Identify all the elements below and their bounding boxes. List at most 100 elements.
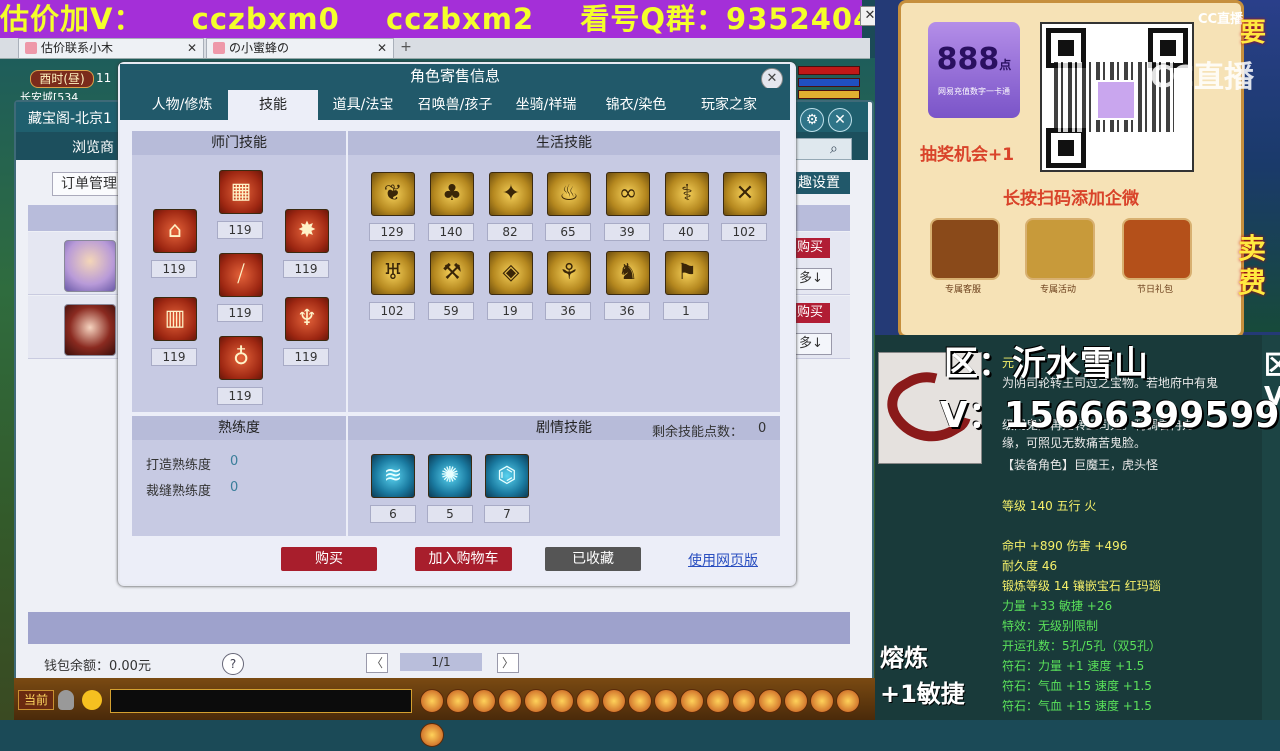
life-skill-level: 36: [545, 302, 591, 320]
life-skill-icon[interactable]: ♅: [371, 251, 415, 295]
life-skill-icon[interactable]: ♞: [606, 251, 650, 295]
hotbar-slot[interactable]: [628, 689, 652, 713]
more-dropdown[interactable]: 多↓: [790, 268, 832, 290]
hotbar-slot[interactable]: [472, 689, 496, 713]
item-line: 符石：气血 +15 速度 +1.5: [1002, 699, 1152, 713]
hotbar-slot[interactable]: [758, 689, 782, 713]
hotbar-slot[interactable]: [446, 689, 470, 713]
tab-home[interactable]: 玩家之家: [682, 90, 776, 120]
buy-button[interactable]: 购买: [790, 303, 830, 323]
browser-tab-2[interactable]: の小蜜蜂の ✕: [206, 38, 394, 58]
more-dropdown[interactable]: 多↓: [790, 333, 832, 355]
hotbar-slot[interactable]: [680, 689, 704, 713]
story-skill-level: 7: [484, 505, 530, 523]
browser-tab-label: 估价联系小木: [41, 41, 114, 55]
event-scroll-icon[interactable]: [1025, 218, 1095, 280]
gift-chest-icon[interactable]: [1122, 218, 1192, 280]
tailoring-proficiency-label: 裁缝熟练度: [146, 484, 212, 499]
cbg-close-icon[interactable]: ✕: [828, 108, 852, 132]
avatar[interactable]: [64, 304, 116, 356]
next-page-button[interactable]: 〉: [497, 653, 519, 673]
buy-button[interactable]: 购买: [790, 238, 830, 258]
life-skill-icon[interactable]: ♨: [547, 172, 591, 216]
sect-skill-icon[interactable]: ▥: [153, 297, 197, 341]
sect-skill-icon[interactable]: ✸: [285, 209, 329, 253]
life-skill-icon[interactable]: ◈: [489, 251, 533, 295]
hotbar-slot[interactable]: [550, 689, 574, 713]
life-skill-icon[interactable]: ✕: [723, 172, 767, 216]
favorited-button[interactable]: 已收藏: [545, 547, 641, 571]
sect-skill-level: 119: [151, 260, 197, 278]
hotbar-slot[interactable]: [498, 689, 522, 713]
hotbar-slot[interactable]: [784, 689, 808, 713]
hotbar-slot[interactable]: [420, 723, 444, 747]
dialog-close-icon[interactable]: ✕: [761, 68, 783, 90]
banner-text-1: 估价加V：: [0, 2, 144, 36]
hotbar-slot[interactable]: [602, 689, 626, 713]
sect-skills-header: 师门技能: [132, 131, 346, 155]
life-skill-icon[interactable]: ♣: [430, 172, 474, 216]
service-label: 节日礼包: [1136, 285, 1173, 295]
hotbar-slot[interactable]: [706, 689, 730, 713]
customer-service-icon[interactable]: [930, 218, 1000, 280]
emoji-icon[interactable]: [82, 690, 102, 710]
new-tab-button[interactable]: +: [398, 39, 414, 55]
order-management-button[interactable]: 订单管理: [52, 172, 126, 196]
life-skill-icon[interactable]: ⚘: [547, 251, 591, 295]
hotbar-slot[interactable]: [836, 689, 860, 713]
add-to-cart-button[interactable]: 加入购物车: [415, 547, 512, 571]
life-skill-icon[interactable]: ❦: [371, 172, 415, 216]
hotbar-slot[interactable]: [524, 689, 548, 713]
help-icon[interactable]: ?: [222, 653, 244, 675]
hotbar-slot[interactable]: [810, 689, 834, 713]
item-line: 力量 +33 敏捷 +26: [1002, 599, 1113, 613]
life-skill-icon[interactable]: ⚕: [665, 172, 709, 216]
search-icon[interactable]: ⌕: [830, 141, 846, 157]
hotbar-slot[interactable]: [420, 689, 444, 713]
web-version-link[interactable]: 使用网页版: [688, 550, 758, 570]
item-line: 锻炼等级 14 镶嵌宝石 红玛瑙: [1002, 579, 1161, 593]
buy-button[interactable]: 购买: [281, 547, 377, 571]
item-line: 特效：无级别限制: [1002, 619, 1099, 633]
hotbar-slot[interactable]: [654, 689, 678, 713]
story-skill-icon[interactable]: ⌬: [485, 454, 529, 498]
tab-skills[interactable]: 技能: [228, 90, 318, 120]
sect-skill-icon[interactable]: ⌂: [153, 209, 197, 253]
tab-character[interactable]: 人物/修炼: [136, 90, 228, 120]
item-line: 等级 140 五行 火: [1002, 499, 1097, 513]
tab-mounts[interactable]: 坐骑/祥瑞: [502, 90, 590, 120]
tab-items[interactable]: 道具/法宝: [318, 90, 408, 120]
sect-skill-icon[interactable]: ▦: [219, 170, 263, 214]
life-skill-level: 82: [487, 223, 533, 241]
story-skill-icon[interactable]: ≋: [371, 454, 415, 498]
page-indicator: 1/1: [400, 653, 482, 671]
prev-page-button[interactable]: 〈: [366, 653, 388, 673]
life-skill-icon[interactable]: ✦: [489, 172, 533, 216]
life-skill-icon[interactable]: ∞: [606, 172, 650, 216]
life-skill-icon[interactable]: ⚒: [430, 251, 474, 295]
hotbar-slot[interactable]: [576, 689, 600, 713]
hotbar: [420, 683, 870, 747]
sect-skill-icon[interactable]: ♆: [285, 297, 329, 341]
tab-pets[interactable]: 召唤兽/孩子: [408, 90, 502, 120]
microphone-icon[interactable]: [58, 690, 74, 710]
sect-skill-icon[interactable]: ♁: [219, 336, 263, 380]
chat-input[interactable]: [110, 689, 412, 713]
side-text-top: 要: [1240, 18, 1267, 48]
tab-close-icon[interactable]: ✕: [187, 39, 197, 58]
interest-settings-button[interactable]: 趣设置: [788, 172, 850, 194]
hotbar-slot[interactable]: [732, 689, 756, 713]
story-skill-icon[interactable]: ✺: [428, 454, 472, 498]
chat-channel-current[interactable]: 当前: [18, 690, 54, 710]
browse-products-link[interactable]: 浏览商: [72, 137, 114, 157]
tab-outfits[interactable]: 锦衣/染色: [590, 90, 682, 120]
browser-tab-1[interactable]: 估价联系小木 ✕: [18, 38, 204, 58]
smelt-text: 熔炼: [880, 644, 928, 672]
browser-tab-label: の小蜜蜂の: [229, 41, 290, 55]
sect-skill-icon[interactable]: ⧸: [219, 253, 263, 297]
settings-gear-icon[interactable]: ⚙: [800, 108, 824, 132]
life-skill-level: 40: [663, 223, 709, 241]
life-skill-icon[interactable]: ⚑: [665, 251, 709, 295]
avatar[interactable]: [64, 240, 116, 292]
tab-close-icon[interactable]: ✕: [377, 39, 387, 58]
